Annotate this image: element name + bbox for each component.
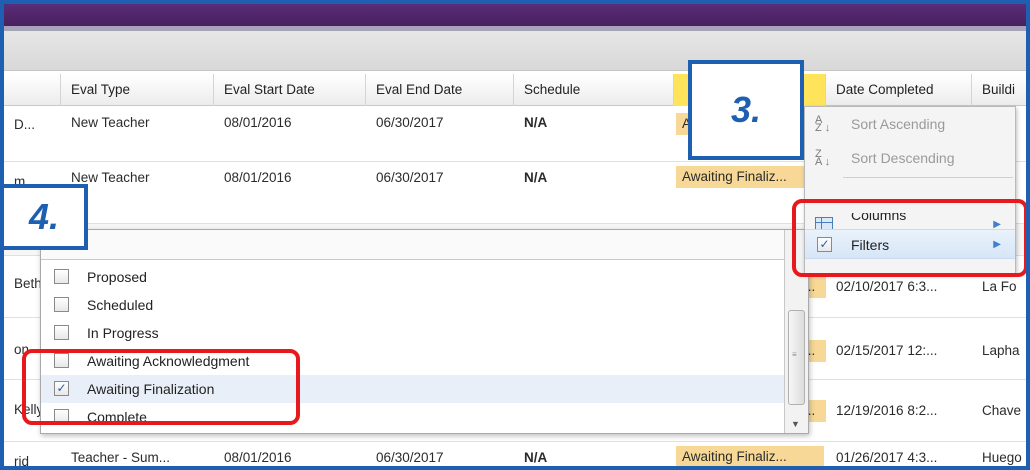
app-window: Eval Type Eval Start Date Eval End Date … (0, 0, 1030, 470)
checkbox[interactable] (54, 325, 69, 340)
grid-header: Eval Type Eval Start Date Eval End Date … (4, 74, 1026, 106)
cell-status: Awaiting Finaliz... (676, 166, 824, 188)
cell-status: Awaiting Finaliz... (676, 446, 824, 466)
filter-option-scheduled[interactable]: Scheduled (41, 291, 784, 319)
scrollbar-thumb[interactable]: ≡ (788, 310, 805, 405)
sort-ascending-icon: AZ ↓ (815, 114, 831, 134)
cell-date-completed: 01/26/2017 4:3... (836, 450, 938, 465)
cell-start-date: 08/01/2016 (224, 450, 292, 465)
cell-name: D... (14, 117, 36, 132)
checkbox[interactable] (54, 297, 69, 312)
menu-item-sort-ascending[interactable]: AZ ↓ Sort Ascending (805, 109, 1015, 139)
cell-schedule: N/A (524, 450, 548, 465)
awaiting-finalization-highlight-box (22, 349, 300, 425)
menu-item-label: Sort Ascending (851, 116, 946, 132)
filter-list-header (41, 230, 808, 260)
cell-schedule: N/A (524, 115, 548, 130)
checkbox[interactable] (54, 269, 69, 284)
cell-end-date: 06/30/2017 (376, 115, 444, 130)
menu-item-label: Sort Descending (851, 150, 955, 166)
column-header-name[interactable] (4, 74, 61, 106)
cell-eval-type: New Teacher (71, 115, 150, 130)
cell-eval-type: New Teacher (71, 170, 150, 185)
filter-option-in-progress[interactable]: In Progress (41, 319, 784, 347)
step-4-callout: 4. (4, 184, 88, 250)
cell-start-date: 08/01/2016 (224, 170, 292, 185)
cell-date-completed: 02/15/2017 12:... (836, 343, 938, 358)
column-header-eval-type[interactable]: Eval Type (61, 74, 214, 106)
column-header-schedule[interactable]: Schedule (514, 74, 674, 106)
cell-building: Huego (982, 450, 1022, 465)
cell-end-date: 06/30/2017 (376, 170, 444, 185)
scrollbar-grip-icon: ≡ (792, 350, 797, 359)
column-header-eval-start-date[interactable]: Eval Start Date (214, 74, 366, 106)
cell-schedule: N/A (524, 170, 548, 185)
cell-eval-type: Teacher - Sum... (71, 450, 171, 465)
cell-end-date: 06/30/2017 (376, 450, 444, 465)
filters-highlight-box (792, 199, 1026, 277)
cell-name: rid (14, 454, 30, 469)
cell-start-date: 08/01/2016 (224, 115, 292, 130)
filter-option-label: Proposed (87, 269, 147, 285)
grid-toolbar (4, 31, 1026, 71)
column-header-building[interactable]: Buildi (972, 74, 1026, 106)
step-3-callout: 3. (688, 60, 804, 160)
column-header-date-completed[interactable]: Date Completed (826, 74, 972, 106)
filter-option-proposed[interactable]: Proposed (41, 263, 784, 291)
cell-building: Chave (982, 403, 1022, 418)
cell-building: La Fo (982, 279, 1017, 294)
menu-item-sort-descending[interactable]: ZA ↓ Sort Descending (805, 143, 1015, 173)
top-app-bar (4, 4, 1026, 26)
cell-date-completed: 12/19/2016 8:2... (836, 403, 938, 418)
table-row[interactable]: rid Teacher - Sum... 08/01/2016 06/30/20… (4, 442, 1026, 469)
column-header-eval-end-date[interactable]: Eval End Date (366, 74, 514, 106)
cell-name: Beth (14, 276, 42, 291)
filter-option-label: Scheduled (87, 297, 154, 313)
menu-separator (843, 177, 1013, 178)
scroll-down-arrow-icon[interactable]: ▼ (791, 419, 800, 429)
sort-descending-icon: ZA ↓ (815, 148, 831, 168)
cell-building: Lapha (982, 343, 1020, 358)
filter-option-label: In Progress (87, 325, 159, 341)
cell-date-completed: 02/10/2017 6:3... (836, 279, 938, 294)
